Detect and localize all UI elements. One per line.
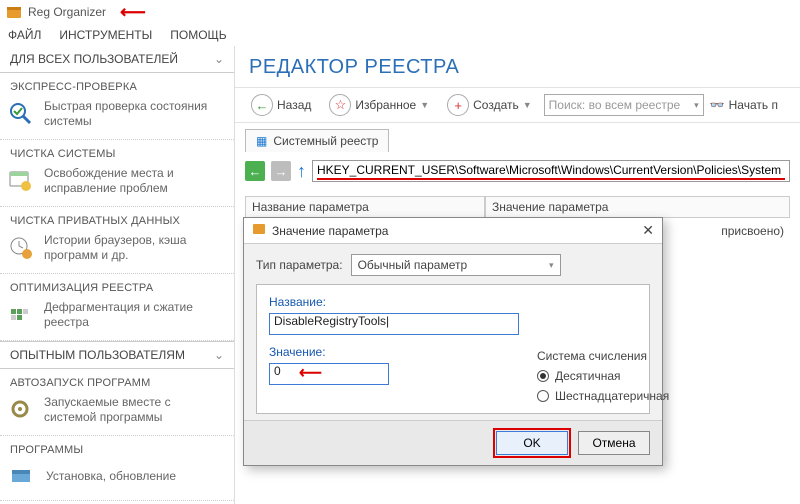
radio-label: Шестнадцатеричная	[555, 389, 669, 403]
chevron-down-icon: ⌄	[214, 52, 224, 66]
chevron-down-icon: ⌄	[214, 348, 224, 362]
chevron-down-icon: ▼	[420, 100, 429, 110]
back-button[interactable]: ← Назад	[245, 92, 317, 118]
window-warning-icon	[8, 167, 34, 195]
section-desc: Установка, обновление	[46, 469, 176, 484]
parameter-value-dialog: Значение параметра ✕ Тип параметра: Обыч…	[243, 217, 663, 466]
registry-path-input[interactable]: HKEY_CURRENT_USER\Software\Microsoft\Win…	[312, 160, 790, 182]
param-value-input[interactable]: 0	[269, 363, 389, 385]
section-desc: Запускаемые вместе с системой программы	[44, 395, 226, 425]
sidebar-section-express[interactable]: ЭКСПРЕСС-ПРОВЕРКА Быстрая проверка состо…	[0, 73, 234, 140]
radio-icon	[537, 390, 549, 402]
start-search-button[interactable]: 👓 Начать п	[710, 98, 778, 112]
name-label: Название:	[269, 295, 519, 309]
create-label: Создать	[473, 98, 519, 112]
sidebar-section-private[interactable]: ЧИСТКА ПРИВАТНЫХ ДАННЫХ Истории браузеро…	[0, 207, 234, 274]
defrag-icon	[8, 301, 34, 329]
plus-icon: +	[447, 94, 469, 116]
menu-bar: ФАЙЛ ИНСТРУМЕНТЫ ПОМОЩЬ	[0, 24, 800, 46]
sidebar: ДЛЯ ВСЕХ ПОЛЬЗОВАТЕЛЕЙ ⌄ ЭКСПРЕСС-ПРОВЕР…	[0, 46, 235, 504]
dialog-title: Значение параметра	[272, 224, 388, 238]
select-value: Обычный параметр	[358, 258, 468, 272]
tab-system-registry[interactable]: ▦ Системный реестр	[245, 129, 389, 152]
sidebar-section-programs[interactable]: ПРОГРАММЫ Установка, обновление	[0, 436, 234, 501]
magnifier-check-icon	[8, 100, 34, 128]
radio-icon	[537, 370, 549, 382]
section-title: ОПТИМИЗАЦИЯ РЕЕСТРА	[8, 280, 226, 300]
number-system-label: Система счисления	[537, 349, 687, 363]
section-title: АВТОЗАПУСК ПРОГРАММ	[8, 375, 226, 395]
radio-label: Десятичная	[555, 369, 621, 383]
type-label: Тип параметра:	[256, 258, 343, 272]
dialog-titlebar: Значение параметра ✕	[244, 218, 662, 244]
chevron-down-icon: ▼	[523, 100, 532, 110]
section-title: ПРОГРАММЫ	[8, 442, 226, 462]
param-name-value: DisableRegistryTools	[274, 314, 386, 328]
radio-decimal[interactable]: Десятичная	[537, 369, 687, 383]
col-name[interactable]: Название параметра	[245, 196, 485, 218]
chevron-down-icon: ▾	[549, 260, 554, 271]
param-type-select[interactable]: Обычный параметр ▾	[351, 254, 561, 276]
nav-up-button[interactable]: ↑	[297, 161, 306, 182]
sidebar-header-advanced[interactable]: ОПЫТНЫМ ПОЛЬЗОВАТЕЛЯМ ⌄	[0, 341, 234, 369]
sidebar-header-label: ОПЫТНЫМ ПОЛЬЗОВАТЕЛЯМ	[10, 348, 185, 362]
sidebar-section-optimize[interactable]: ОПТИМИЗАЦИЯ РЕЕСТРА Дефрагментация и сжа…	[0, 274, 234, 341]
menu-tools[interactable]: ИНСТРУМЕНТЫ	[59, 28, 152, 42]
gear-icon	[8, 396, 34, 424]
registry-path-text: HKEY_CURRENT_USER\Software\Microsoft\Win…	[317, 163, 785, 180]
dialog-buttons: OK Отмена	[244, 420, 662, 465]
radio-hex[interactable]: Шестнадцатеричная	[537, 389, 687, 403]
binoculars-icon: 👓	[710, 98, 725, 112]
app-icon	[6, 4, 22, 20]
value-label: Значение:	[269, 345, 519, 359]
arrow-left-icon: ←	[251, 94, 273, 116]
section-title: ЭКСПРЕСС-ПРОВЕРКА	[8, 79, 226, 99]
box-icon	[8, 462, 36, 490]
param-name-input[interactable]: DisableRegistryTools	[269, 313, 519, 335]
nav-forward-button[interactable]: →	[271, 161, 291, 181]
search-input[interactable]: Поиск: во всем реестре ▾	[544, 94, 704, 116]
col-value[interactable]: Значение параметра	[485, 196, 790, 218]
toolbar: ← Назад ☆ Избранное ▼ + Создать ▼ Поиск:…	[235, 87, 800, 123]
tab-label: Системный реестр	[273, 134, 378, 148]
app-title: Reg Organizer	[28, 5, 106, 19]
favorites-button[interactable]: ☆ Избранное ▼	[323, 92, 435, 118]
param-value-value: 0	[274, 364, 281, 378]
back-label: Назад	[277, 98, 311, 112]
sidebar-section-clean[interactable]: ЧИСТКА СИСТЕМЫ Освобождение места и испр…	[0, 140, 234, 207]
dialog-inner: Название: DisableRegistryTools Значение:…	[256, 284, 650, 414]
column-headers: Название параметра Значение параметра	[235, 188, 800, 220]
nav-back-button[interactable]: ←	[245, 161, 265, 181]
section-desc: Быстрая проверка состояния системы	[44, 99, 226, 129]
nav-row: ← → ↑ HKEY_CURRENT_USER\Software\Microso…	[235, 152, 800, 188]
tab-row: ▦ Системный реестр	[235, 123, 800, 152]
page-title: РЕДАКТОР РЕЕСТРА	[235, 46, 800, 87]
search-placeholder: Поиск: во всем реестре	[549, 98, 681, 112]
grid-icon: ▦	[256, 134, 267, 148]
sidebar-section-autorun[interactable]: АВТОЗАПУСК ПРОГРАММ Запускаемые вместе с…	[0, 369, 234, 436]
menu-help[interactable]: ПОМОЩЬ	[170, 28, 226, 42]
section-desc: Дефрагментация и сжатие реестра	[44, 300, 226, 330]
section-desc: Истории браузеров, кэша программ и др.	[44, 233, 226, 263]
create-button[interactable]: + Создать ▼	[441, 92, 538, 118]
section-title: ЧИСТКА ПРИВАТНЫХ ДАННЫХ	[8, 213, 226, 233]
chevron-down-icon: ▾	[694, 100, 699, 111]
title-bar: Reg Organizer ⟵	[0, 0, 800, 24]
close-button[interactable]: ✕	[642, 222, 654, 239]
app-icon	[252, 222, 266, 239]
menu-file[interactable]: ФАЙЛ	[8, 28, 41, 42]
section-desc: Освобождение места и исправление проблем	[44, 166, 226, 196]
star-icon: ☆	[329, 94, 351, 116]
fav-label: Избранное	[355, 98, 416, 112]
ok-button[interactable]: OK	[496, 431, 568, 455]
annotation-arrow-title: ⟵	[120, 2, 146, 23]
start-label: Начать п	[729, 98, 778, 112]
sidebar-header-label: ДЛЯ ВСЕХ ПОЛЬЗОВАТЕЛЕЙ	[10, 52, 178, 66]
cancel-button[interactable]: Отмена	[578, 431, 650, 455]
clock-gear-icon	[8, 234, 34, 262]
section-title: ЧИСТКА СИСТЕМЫ	[8, 146, 226, 166]
sidebar-header-all-users[interactable]: ДЛЯ ВСЕХ ПОЛЬЗОВАТЕЛЕЙ ⌄	[0, 46, 234, 73]
